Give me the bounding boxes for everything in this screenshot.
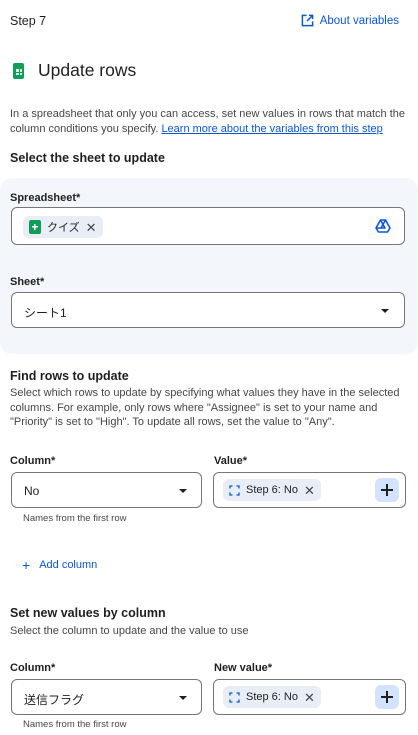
spreadsheet-label: Spreadsheet*: [10, 192, 81, 204]
open-in-new-icon: [301, 14, 314, 27]
set-column-select[interactable]: 送信フラグ: [11, 679, 202, 715]
spreadsheet-chip-label: クイズ: [47, 222, 80, 234]
find-value-chip-label: Step 6: No: [246, 484, 298, 496]
chevron-down-icon: [179, 489, 187, 493]
page-title: Update rows: [38, 60, 137, 80]
about-variables-label: About variables: [319, 14, 399, 27]
plus-icon: +: [22, 557, 31, 573]
step-label: Step 7: [10, 14, 47, 28]
find-column-label: Column*: [10, 455, 56, 467]
step-description: In a spreadsheet that only you can acces…: [10, 107, 408, 136]
close-icon[interactable]: ✕: [304, 691, 315, 704]
add-column-label: Add column: [39, 559, 98, 571]
spreadsheet-field[interactable]: クイズ ✕: [11, 207, 405, 245]
learn-more-link[interactable]: Learn more about the variables from this…: [161, 123, 382, 135]
new-value-field[interactable]: Step 6: No ✕: [213, 679, 406, 715]
sheet-select[interactable]: シート1: [11, 292, 405, 328]
add-variable-button[interactable]: [375, 478, 399, 502]
add-variable-button[interactable]: [375, 685, 399, 709]
find-column-value: No: [24, 484, 40, 498]
sheet-select-value: シート1: [24, 306, 67, 320]
find-column-helper: Names from the first row: [23, 513, 127, 524]
chevron-down-icon: [179, 696, 187, 700]
plus-icon: [381, 691, 393, 703]
google-sheets-icon: [13, 62, 24, 79]
select-sheet-heading: Select the sheet to update: [10, 151, 165, 165]
close-icon[interactable]: ✕: [86, 221, 97, 234]
set-column-label: Column*: [10, 662, 56, 674]
set-column-value: 送信フラグ: [24, 693, 85, 707]
find-rows-description: Select which rows to update by specifyin…: [10, 387, 400, 428]
set-values-description: Select the column to update and the valu…: [10, 625, 249, 637]
close-icon[interactable]: ✕: [304, 484, 315, 497]
about-variables-link[interactable]: About variables: [301, 14, 399, 27]
google-sheets-icon: [29, 220, 41, 234]
title-row: Update rows: [13, 60, 136, 81]
new-value-chip-label: Step 6: No: [246, 691, 298, 703]
find-column-select[interactable]: No: [11, 472, 202, 508]
variable-brackets-icon: [229, 484, 240, 496]
find-rows-heading: Find rows to update: [10, 369, 129, 383]
add-column-button[interactable]: + Add column: [22, 558, 97, 572]
set-column-helper: Names from the first row: [23, 719, 127, 730]
spreadsheet-chip[interactable]: クイズ ✕: [23, 216, 103, 238]
find-value-field[interactable]: Step 6: No ✕: [213, 472, 406, 508]
sheet-label: Sheet*: [10, 276, 45, 288]
set-values-heading: Set new values by column: [10, 606, 166, 620]
google-drive-icon[interactable]: [375, 219, 391, 233]
new-value-chip[interactable]: Step 6: No ✕: [223, 686, 321, 708]
chevron-down-icon: [381, 309, 389, 313]
find-value-chip[interactable]: Step 6: No ✕: [223, 479, 321, 501]
new-value-label: New value*: [214, 662, 273, 674]
plus-icon: [381, 484, 393, 496]
find-value-label: Value*: [214, 455, 248, 467]
variable-brackets-icon: [229, 691, 240, 703]
